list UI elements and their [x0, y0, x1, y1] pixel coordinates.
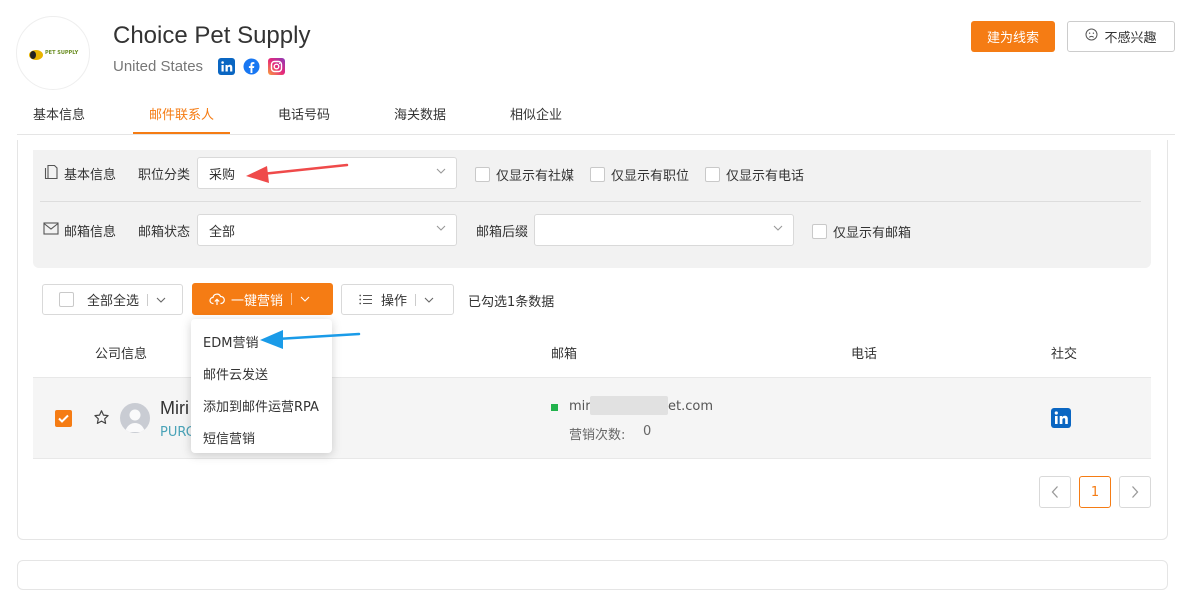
basic-info-section-label: 基本信息 [64, 168, 117, 183]
next-section-card [17, 560, 1168, 590]
chevron-down-icon[interactable] [156, 295, 166, 305]
chevron-down-icon [773, 225, 783, 231]
facebook-icon[interactable] [243, 58, 260, 75]
document-icon [44, 164, 58, 184]
marketing-count-value: 0 [643, 424, 652, 439]
contact-email-prefix[interactable]: mir [569, 399, 591, 414]
filter-has-email-checkbox[interactable]: 仅显示有邮箱 [812, 222, 911, 241]
email-info-section-label: 邮箱信息 [64, 225, 117, 240]
contact-title: PURC [160, 425, 195, 440]
chevron-down-icon [436, 168, 446, 174]
create-lead-button[interactable]: 建为线索 [971, 21, 1055, 52]
annotation-arrow-red [246, 163, 349, 183]
chevron-left-icon [1051, 486, 1058, 498]
pagination-next-button[interactable] [1119, 476, 1151, 508]
checkbox[interactable] [475, 167, 490, 182]
separator [415, 293, 417, 306]
checkbox[interactable] [812, 224, 827, 239]
email-status-indicator [551, 404, 558, 411]
row-checkbox[interactable] [55, 410, 72, 427]
tab-similar-companies[interactable]: 相似企业 [510, 104, 562, 123]
selected-info: 已勾选1条数据 [468, 295, 555, 310]
position-category-value: 采购 [209, 167, 236, 183]
menu-item-add-to-email-rpa[interactable]: 添加到邮件运营RPA [191, 389, 332, 421]
instagram-icon[interactable] [268, 58, 285, 75]
position-category-label: 职位分类 [138, 168, 191, 183]
list-icon [359, 294, 372, 305]
checkbox-label: 仅显示有邮箱 [833, 226, 912, 241]
pagination-prev-button[interactable] [1039, 476, 1071, 508]
separator [147, 293, 149, 306]
table-row-divider [33, 458, 1151, 459]
filter-has-phone-checkbox[interactable]: 仅显示有电话 [705, 165, 804, 184]
linkedin-icon[interactable] [1051, 408, 1071, 432]
tab-basic-info[interactable]: 基本信息 [33, 104, 85, 123]
filter-divider [40, 201, 1141, 202]
star-icon[interactable] [93, 409, 110, 430]
mail-icon [43, 222, 59, 239]
not-interested-button[interactable]: 不感兴趣 [1067, 21, 1175, 52]
column-header-phone: 电话 [851, 347, 878, 362]
email-suffix-select[interactable] [534, 214, 794, 246]
company-country: United States [113, 58, 204, 75]
select-all-button[interactable]: 全部全选 [42, 284, 183, 315]
user-avatar-icon [120, 403, 150, 433]
contact-email-suffix[interactable]: et.com [668, 399, 713, 414]
filter-has-position-checkbox[interactable]: 仅显示有职位 [590, 165, 689, 184]
checkbox-label: 仅显示有职位 [611, 169, 690, 184]
column-header-social: 社交 [1051, 347, 1078, 362]
one-click-marketing-label: 一键营销 [231, 293, 284, 309]
checkbox[interactable] [705, 167, 720, 182]
contact-name[interactable]: Miri [160, 398, 189, 419]
email-status-label: 邮箱状态 [138, 225, 191, 240]
checkbox[interactable] [590, 167, 605, 182]
email-suffix-label: 邮箱后缀 [476, 225, 529, 240]
chevron-down-icon [436, 225, 446, 231]
chevron-right-icon [1132, 486, 1139, 498]
email-status-value: 全部 [209, 224, 236, 240]
operations-label: 操作 [381, 294, 408, 309]
select-all-label: 全部全选 [87, 294, 140, 309]
tab-phone-numbers[interactable]: 电话号码 [278, 104, 330, 123]
tabs-divider [17, 134, 1175, 135]
column-header-company: 公司信息 [95, 347, 148, 362]
tab-email-contacts[interactable]: 邮件联系人 [149, 104, 214, 123]
filter-has-social-checkbox[interactable]: 仅显示有社媒 [475, 165, 574, 184]
company-logo: PET SUPPLY [16, 16, 90, 90]
column-header-email: 邮箱 [551, 347, 578, 362]
company-name: Choice Pet Supply [113, 22, 311, 49]
tab-customs-data[interactable]: 海关数据 [394, 104, 446, 123]
select-all-checkbox[interactable] [59, 292, 74, 307]
checkbox-label: 仅显示有社媒 [496, 169, 575, 184]
operations-button[interactable]: 操作 [341, 284, 454, 315]
email-status-select[interactable]: 全部 [197, 214, 457, 246]
cloud-upload-icon [209, 293, 225, 306]
chevron-down-icon[interactable] [424, 295, 434, 305]
marketing-count-label: 营销次数: [569, 428, 626, 443]
annotation-arrow-blue [260, 330, 361, 349]
linkedin-icon[interactable] [218, 58, 235, 75]
menu-item-email-cloud-send[interactable]: 邮件云发送 [191, 357, 332, 389]
pagination-page-1[interactable]: 1 [1079, 476, 1111, 508]
not-interested-label: 不感兴趣 [1104, 31, 1157, 46]
checkbox-label: 仅显示有电话 [726, 169, 805, 184]
separator [291, 293, 293, 305]
sad-face-icon [1085, 28, 1098, 45]
menu-item-sms-marketing[interactable]: 短信营销 [191, 421, 332, 453]
one-click-marketing-button[interactable]: 一键营销 [192, 283, 333, 315]
email-redaction [590, 396, 668, 415]
logo-text: PET SUPPLY [45, 50, 79, 56]
chevron-down-icon[interactable] [300, 294, 310, 304]
